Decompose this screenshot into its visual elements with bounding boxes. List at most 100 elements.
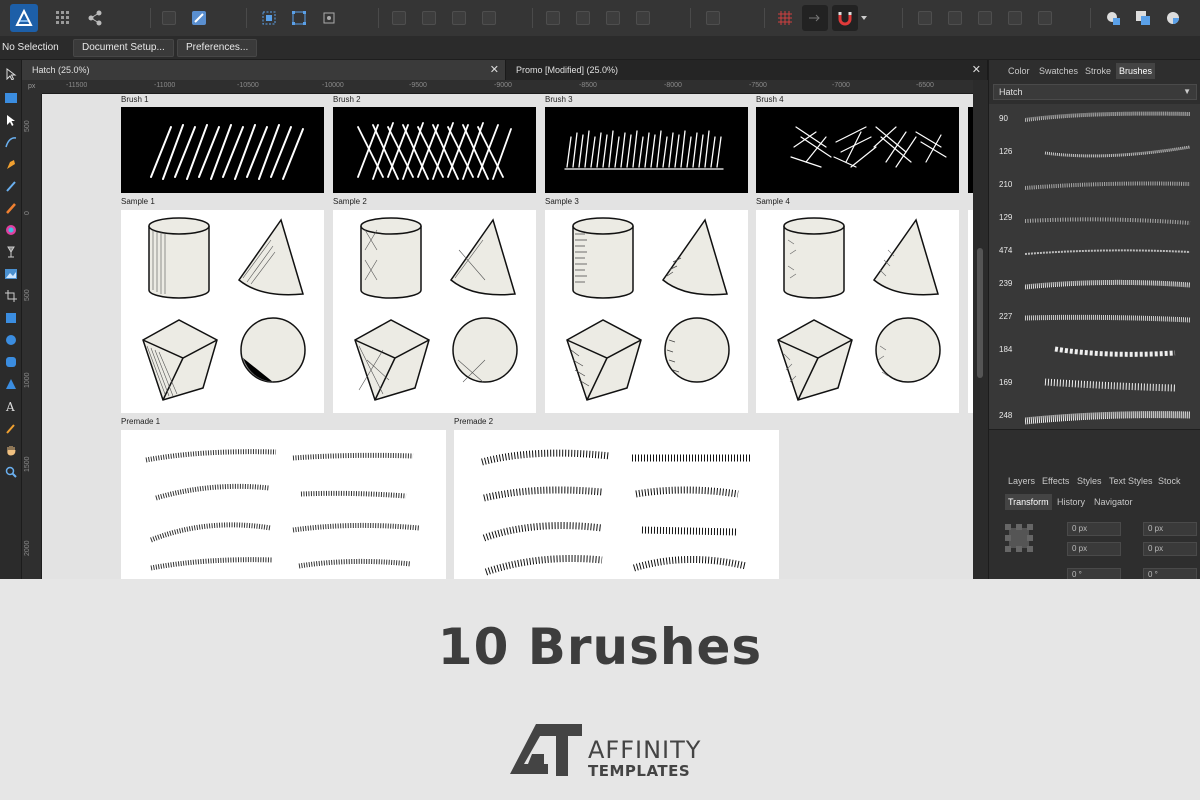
tab-stroke[interactable]: Stroke <box>1082 63 1114 79</box>
rotate-left-icon[interactable] <box>446 5 472 31</box>
node-tool-icon[interactable] <box>3 112 19 128</box>
artboard-sample-1[interactable] <box>121 210 324 413</box>
move-tool-icon[interactable] <box>3 66 19 82</box>
arrange-backward-icon[interactable] <box>942 5 968 31</box>
tab-transform[interactable]: Transform <box>1005 494 1052 510</box>
rounded-rect-tool-icon[interactable] <box>3 354 19 370</box>
ruler-tick: 1500 <box>24 456 31 472</box>
document-setup-button[interactable]: Document Setup... <box>73 39 174 57</box>
snapping-dropdown-icon[interactable] <box>858 5 870 31</box>
boolean-icon[interactable] <box>1032 5 1058 31</box>
tab-styles[interactable]: Styles <box>1074 473 1105 489</box>
app-logo-icon[interactable] <box>10 4 38 32</box>
select-artboard-icon[interactable] <box>256 5 282 31</box>
anchor-point-icon[interactable] <box>1005 524 1033 552</box>
flip-horizontal-icon[interactable] <box>386 5 412 31</box>
tab-effects[interactable]: Effects <box>1039 473 1072 489</box>
add-shape-icon[interactable] <box>1100 5 1126 31</box>
brush-item[interactable]: 227 <box>989 302 1200 335</box>
snapping-grid-icon[interactable] <box>772 5 798 31</box>
pencil-tool-icon[interactable] <box>3 178 19 194</box>
tab-navigator[interactable]: Navigator <box>1091 494 1136 510</box>
shear-field[interactable]: 0 ° <box>1143 568 1197 579</box>
point-transform-icon[interactable] <box>3 134 19 150</box>
subtract-shape-icon[interactable] <box>1130 5 1156 31</box>
x-position-field[interactable]: 0 px <box>1067 522 1121 536</box>
canvas-scrollbar[interactable] <box>973 80 988 579</box>
y-position-field[interactable]: 0 px <box>1067 542 1121 556</box>
crop-tool-icon[interactable] <box>3 288 19 304</box>
arrange-front-icon[interactable] <box>1002 5 1028 31</box>
align-right-icon[interactable] <box>600 5 626 31</box>
brush-item[interactable]: 184 <box>989 335 1200 368</box>
tab-stock[interactable]: Stock <box>1155 473 1184 489</box>
width-field[interactable]: 0 px <box>1143 522 1197 536</box>
artboard-sample-4[interactable] <box>756 210 959 413</box>
tab-color[interactable]: Color <box>1005 63 1033 79</box>
artboard-premade-2[interactable] <box>454 430 779 579</box>
tab-swatches[interactable]: Swatches <box>1036 63 1081 79</box>
artboard-brush-4[interactable] <box>756 107 959 193</box>
export-persona-icon[interactable] <box>186 5 212 31</box>
brush-item[interactable]: 210 <box>989 170 1200 203</box>
artboard-premade-1[interactable] <box>121 430 446 579</box>
artboard-sample-2[interactable] <box>333 210 536 413</box>
close-icon[interactable]: ✕ <box>490 60 499 80</box>
text-align-icon[interactable] <box>700 5 726 31</box>
share-icon[interactable] <box>82 5 108 31</box>
vector-brush-icon[interactable] <box>3 200 19 216</box>
snapping-magnet-icon[interactable] <box>832 5 858 31</box>
intersect-shape-icon[interactable] <box>1160 5 1186 31</box>
zoom-tool-icon[interactable] <box>3 464 19 480</box>
tab-brushes[interactable]: Brushes <box>1116 63 1156 79</box>
brush-category-select[interactable]: Hatch ▼ <box>993 84 1197 100</box>
brush-4-scribble-preview <box>790 126 947 168</box>
artboard-brush-2[interactable] <box>333 107 536 193</box>
artboard-brush-1[interactable] <box>121 107 324 193</box>
rotate-right-icon[interactable] <box>476 5 502 31</box>
fill-tool-icon[interactable] <box>3 222 19 238</box>
place-image-icon[interactable] <box>3 266 19 282</box>
tab-promo[interactable]: Promo [Modified] (25.0%) ✕ <box>506 60 988 80</box>
rectangle-tool-icon[interactable] <box>3 310 19 326</box>
pen-tool-icon[interactable] <box>3 156 19 172</box>
brush-item[interactable]: 129 <box>989 203 1200 236</box>
text-tool-icon[interactable]: A <box>3 398 19 414</box>
triangle-tool-icon[interactable] <box>3 376 19 392</box>
artboard-tool-icon[interactable] <box>3 90 19 106</box>
preferences-button[interactable]: Preferences... <box>177 39 258 57</box>
rotate-selection-icon[interactable] <box>316 5 342 31</box>
brush-item[interactable]: 90 <box>989 104 1200 137</box>
pixel-persona-icon[interactable] <box>156 5 182 31</box>
brush-item[interactable]: 169 <box>989 368 1200 401</box>
brush-item[interactable]: 126 <box>989 137 1200 170</box>
distribute-icon[interactable] <box>630 5 656 31</box>
logo-word-templates: TEMPLATES <box>588 762 691 780</box>
brush-item[interactable]: 248 <box>989 401 1200 434</box>
transform-selection-icon[interactable] <box>286 5 312 31</box>
brush-item[interactable]: 474 <box>989 236 1200 269</box>
canvas[interactable]: Brush 1 Brush 2 Brush 3 Brush 4 Sample 1… <box>42 94 973 579</box>
transparency-tool-icon[interactable] <box>3 244 19 260</box>
brush-item[interactable]: 239 <box>989 269 1200 302</box>
close-icon[interactable]: ✕ <box>972 60 981 80</box>
view-hand-icon[interactable] <box>3 442 19 458</box>
arrange-forward-icon[interactable] <box>972 5 998 31</box>
grid-menu-icon[interactable] <box>50 5 76 31</box>
tab-history[interactable]: History <box>1054 494 1088 510</box>
artboard-sample-3[interactable] <box>545 210 748 413</box>
color-picker-icon[interactable] <box>3 420 19 436</box>
rotation-field[interactable]: 0 ° <box>1067 568 1121 579</box>
align-left-icon[interactable] <box>540 5 566 31</box>
tab-hatch[interactable]: Hatch (25.0%) ✕ <box>22 60 506 80</box>
tab-text-styles[interactable]: Text Styles <box>1106 473 1156 489</box>
arrange-back-icon[interactable] <box>912 5 938 31</box>
ellipse-tool-icon[interactable] <box>3 332 19 348</box>
flip-vertical-icon[interactable] <box>416 5 442 31</box>
tab-layers[interactable]: Layers <box>1005 473 1038 489</box>
align-center-icon[interactable] <box>570 5 596 31</box>
snap-to-object-icon[interactable] <box>802 5 828 31</box>
scroll-thumb[interactable] <box>977 248 983 378</box>
artboard-brush-3[interactable] <box>545 107 748 193</box>
height-field[interactable]: 0 px <box>1143 542 1197 556</box>
